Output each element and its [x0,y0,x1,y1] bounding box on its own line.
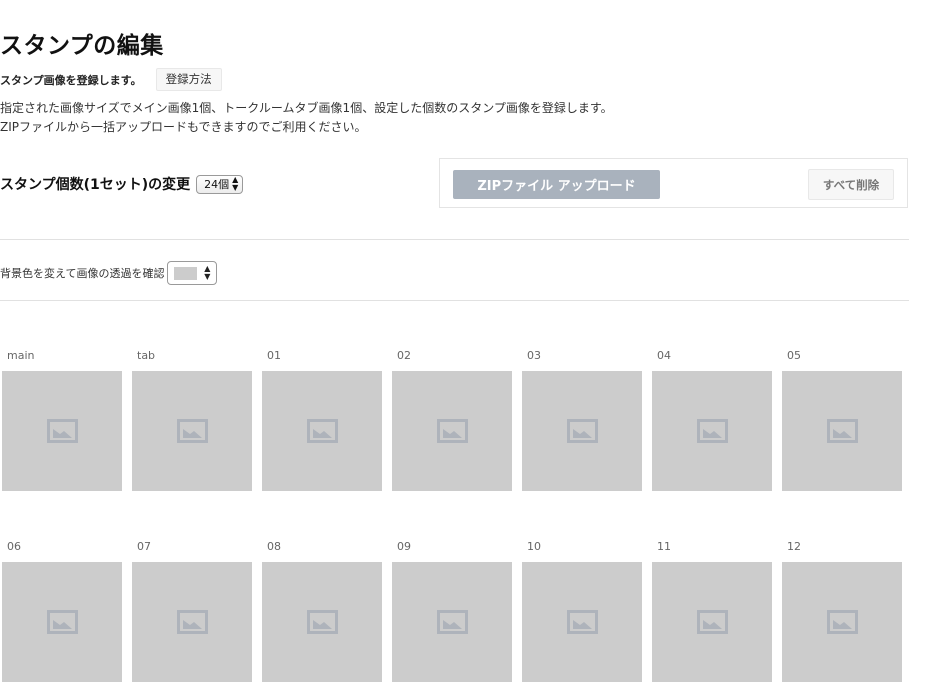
stamp-slot-label: 02 [397,349,411,362]
background-color-label: 背景色を変えて画像の透過を確認 [0,267,165,280]
stamp-image-dropzone[interactable] [2,562,122,682]
stamp-slot-label: 07 [137,540,151,553]
divider [0,300,909,301]
image-placeholder-icon [566,419,598,443]
stamp-slot: 06 [2,541,122,682]
stamp-slot-label: 03 [527,349,541,362]
set-count-row: スタンプ個数(1セット)の変更 24個 ▲ ▼ [0,174,244,194]
image-placeholder-icon [826,610,858,634]
divider [0,239,909,240]
howto-button[interactable]: 登録方法 [155,68,222,91]
image-placeholder-icon [176,610,208,634]
stamp-slot: tab [132,350,252,491]
stamp-slot-label: 10 [527,540,541,553]
image-placeholder-icon [696,419,728,443]
stamp-slot: 10 [522,541,642,682]
image-placeholder-icon [46,419,78,443]
stamp-slot-label: 01 [267,349,281,362]
page-title: スタンプの編集 [0,33,164,59]
up-down-arrows-icon: ▲ ▼ [232,175,239,192]
stamp-slot: 12 [782,541,902,682]
stamp-slot: 05 [782,350,902,491]
stamp-slot: 11 [652,541,772,682]
stamp-slot: 07 [132,541,252,682]
zip-upload-button[interactable]: ZIPファイル アップロード [453,170,660,199]
stamp-image-dropzone[interactable] [262,562,382,682]
stamp-grid-row: 06 07 08 09 10 11 12 [2,541,912,682]
stamp-slot: 08 [262,541,382,682]
set-count-label: スタンプ個数(1セット)の変更 [0,177,191,193]
stamp-slot-label: 05 [787,349,801,362]
stamp-slot-label: 08 [267,540,281,553]
stamp-slot: 09 [392,541,512,682]
stamp-grid-row: main tab 01 02 03 04 05 [2,350,912,491]
stamp-image-dropzone[interactable] [652,371,772,491]
image-placeholder-icon [306,419,338,443]
set-count-select[interactable]: 24個 ▲ ▼ [196,174,244,194]
stamp-image-dropzone[interactable] [132,371,252,491]
stamp-image-dropzone[interactable] [522,371,642,491]
image-placeholder-icon [566,610,598,634]
stamp-image-dropzone[interactable] [392,562,512,682]
stamp-image-dropzone[interactable] [392,371,512,491]
description: 指定された画像サイズでメイン画像1個、トークルームタブ画像1個、設定した個数のス… [0,99,613,137]
stamp-slot: 03 [522,350,642,491]
stamp-slot-label: 12 [787,540,801,553]
stamp-slot-label: main [7,349,35,362]
image-placeholder-icon [826,419,858,443]
stamp-slot-label: 06 [7,540,21,553]
stamp-image-dropzone[interactable] [262,371,382,491]
delete-all-button[interactable]: すべて削除 [808,169,894,200]
background-color-select[interactable]: ▲ ▼ [167,261,218,285]
subtitle-row: スタンプ画像を登録します。 登録方法 [0,68,222,91]
image-placeholder-icon [696,610,728,634]
set-count-value: 24個 [204,178,230,191]
stamp-slot: 02 [392,350,512,491]
upload-panel: ZIPファイル アップロード すべて削除 [439,158,908,208]
description-line: ZIPファイルから一括アップロードもできますのでご利用ください。 [0,120,367,134]
image-placeholder-icon [46,610,78,634]
stamp-image-dropzone[interactable] [782,562,902,682]
up-down-arrows-icon: ▲ ▼ [204,264,211,281]
stamp-slot: 01 [262,350,382,491]
stamp-slot: main [2,350,122,491]
stamp-slot-label: 04 [657,349,671,362]
image-placeholder-icon [436,610,468,634]
stamp-slot-label: 11 [657,540,671,553]
stamp-image-dropzone[interactable] [132,562,252,682]
stamp-slot-label: tab [137,349,156,362]
color-swatch [174,266,198,280]
stamp-image-dropzone[interactable] [782,371,902,491]
image-placeholder-icon [176,419,208,443]
subtitle: スタンプ画像を登録します。 [0,73,142,87]
stamp-image-dropzone[interactable] [522,562,642,682]
image-placeholder-icon [436,419,468,443]
image-placeholder-icon [306,610,338,634]
stamp-image-dropzone[interactable] [2,371,122,491]
stamp-slot: 04 [652,350,772,491]
description-line: 指定された画像サイズでメイン画像1個、トークルームタブ画像1個、設定した個数のス… [0,101,613,115]
background-color-row: 背景色を変えて画像の透過を確認 ▲ ▼ [0,261,218,285]
stamp-slot-label: 09 [397,540,411,553]
stamp-image-dropzone[interactable] [652,562,772,682]
